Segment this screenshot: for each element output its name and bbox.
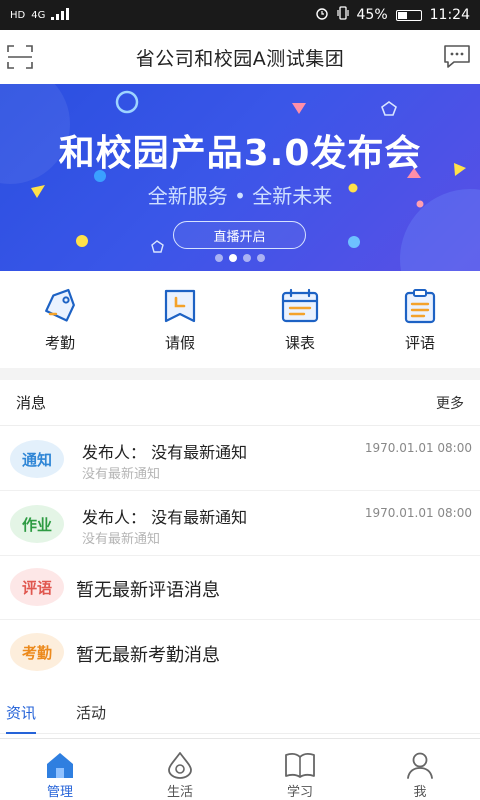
message-subtitle: 没有最新通知 bbox=[82, 467, 161, 482]
vibrate-icon bbox=[336, 6, 349, 24]
carousel-dot[interactable] bbox=[243, 254, 251, 262]
carousel-dots bbox=[0, 254, 480, 262]
network-indicator: 4G bbox=[31, 9, 46, 21]
carousel-dot[interactable] bbox=[215, 254, 223, 262]
schedule-icon bbox=[281, 288, 319, 323]
leave-bookmark-icon bbox=[164, 289, 196, 323]
message-time: 1970.01.01 08:00 bbox=[364, 441, 472, 455]
scan-icon[interactable] bbox=[6, 43, 34, 71]
book-icon bbox=[285, 753, 315, 778]
life-drop-icon bbox=[168, 752, 192, 779]
signal-icon bbox=[51, 7, 70, 23]
attendance-tag-icon bbox=[45, 288, 75, 322]
promo-banner[interactable]: 和校园产品3.0发布会 全新服务 • 全新未来 直播开启 bbox=[0, 84, 480, 271]
section-divider bbox=[0, 368, 480, 380]
nav-manage[interactable]: 管理 bbox=[0, 739, 120, 800]
battery-percent: 45% bbox=[356, 7, 388, 23]
status-bar: HD 4G 45% 11:24 bbox=[0, 0, 480, 30]
app-header: 省公司和校园A测试集团 bbox=[0, 30, 480, 84]
message-row-homework[interactable]: 作业 发布人： 没有最新通知 没有最新通知 1970.01.01 08:00 bbox=[0, 492, 480, 556]
nav-label: 我 bbox=[413, 785, 427, 800]
messages-title: 消息 bbox=[16, 394, 47, 412]
attendance-badge-icon: 考勤 bbox=[10, 633, 64, 671]
tab-activities[interactable]: 活动 bbox=[76, 690, 106, 734]
profile-icon bbox=[407, 752, 433, 779]
bottom-nav: 管理 生活 学习 我 bbox=[0, 738, 480, 800]
hd-indicator: HD bbox=[10, 9, 26, 21]
nav-life[interactable]: 生活 bbox=[120, 739, 240, 800]
nav-me[interactable]: 我 bbox=[360, 739, 480, 800]
comment-badge-icon: 评语 bbox=[10, 568, 64, 606]
message-publisher: 发布人： 没有最新通知 bbox=[82, 508, 248, 527]
messages-header: 消息 更多 bbox=[0, 380, 480, 426]
carousel-dot[interactable] bbox=[257, 254, 265, 262]
message-publisher: 发布人： 没有最新通知 bbox=[82, 443, 248, 462]
message-empty-text: 暂无最新评语消息 bbox=[76, 580, 220, 601]
alarm-icon bbox=[315, 6, 329, 24]
quick-schedule[interactable]: 课表 bbox=[240, 272, 360, 368]
battery-level bbox=[397, 11, 408, 19]
page-title: 省公司和校园A测试集团 bbox=[135, 47, 345, 70]
comment-clipboard-icon bbox=[404, 289, 436, 324]
message-row-attendance[interactable]: 考勤 暂无最新考勤消息 bbox=[0, 621, 480, 685]
message-row-notice[interactable]: 通知 发布人： 没有最新通知 没有最新通知 1970.01.01 08:00 bbox=[0, 427, 480, 491]
message-empty-text: 暂无最新考勤消息 bbox=[76, 645, 220, 666]
banner-title: 和校园产品3.0发布会 bbox=[58, 133, 422, 174]
quick-menu: 考勤 请假 课表 评语 bbox=[0, 272, 480, 368]
clock: 11:24 bbox=[429, 7, 470, 23]
messages-more-link[interactable]: 更多 bbox=[436, 393, 464, 413]
quick-attendance[interactable]: 考勤 bbox=[0, 272, 120, 368]
quick-label: 课表 bbox=[284, 334, 315, 352]
news-tabs: 资讯 活动 bbox=[0, 690, 480, 734]
battery-icon bbox=[395, 9, 422, 21]
message-subtitle: 没有最新通知 bbox=[82, 532, 161, 547]
nav-label: 管理 bbox=[46, 785, 73, 800]
homework-badge-icon: 作业 bbox=[10, 505, 64, 543]
home-icon bbox=[47, 753, 73, 778]
quick-leave[interactable]: 请假 bbox=[120, 272, 240, 368]
carousel-dot[interactable] bbox=[229, 254, 237, 262]
notice-badge-icon: 通知 bbox=[10, 440, 64, 478]
chat-icon[interactable] bbox=[442, 43, 472, 71]
status-right: 45% 11:24 bbox=[315, 6, 470, 24]
tab-news[interactable]: 资讯 bbox=[6, 690, 37, 734]
banner-subtitle: 全新服务 • 全新未来 bbox=[147, 184, 333, 208]
quick-label: 考勤 bbox=[44, 334, 75, 352]
message-row-comment[interactable]: 评语 暂无最新评语消息 bbox=[0, 556, 480, 620]
live-start-button[interactable]: 直播开启 bbox=[173, 221, 306, 249]
quick-comment[interactable]: 评语 bbox=[360, 272, 480, 368]
quick-label: 请假 bbox=[164, 334, 195, 352]
nav-label: 生活 bbox=[166, 785, 193, 800]
message-time: 1970.01.01 08:00 bbox=[364, 506, 472, 520]
nav-study[interactable]: 学习 bbox=[240, 739, 360, 800]
nav-label: 学习 bbox=[286, 785, 313, 800]
quick-label: 评语 bbox=[404, 334, 435, 352]
status-left: HD 4G bbox=[10, 7, 70, 23]
